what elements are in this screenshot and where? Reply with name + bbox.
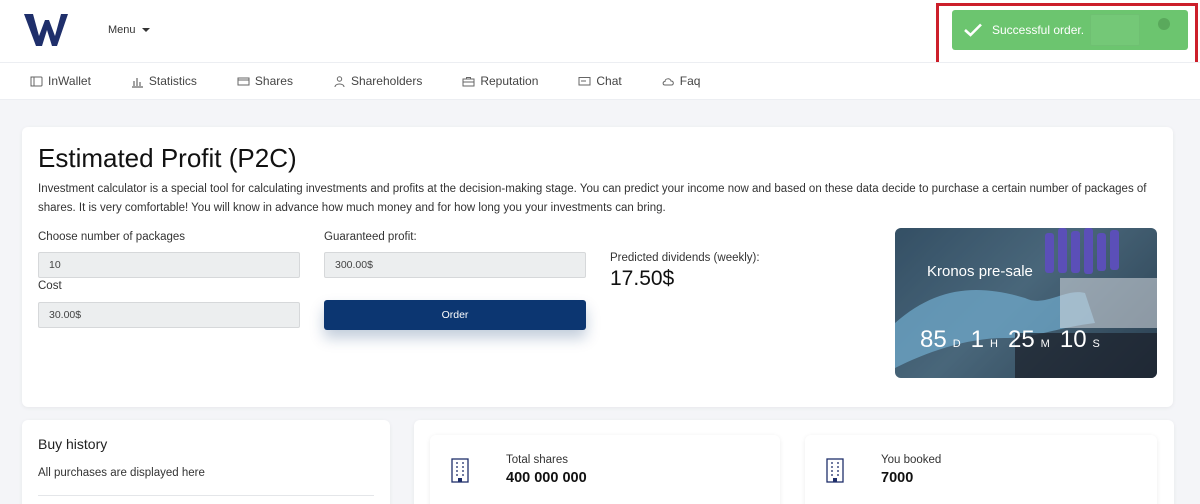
nav-label: Statistics (148, 74, 197, 88)
nav-label: Shareholders (350, 74, 423, 88)
profit-calculator-card: Estimated Profit (P2C) Investment calcul… (22, 127, 1173, 407)
countdown-days: 85 (920, 326, 947, 353)
packages-input[interactable]: 10 (38, 252, 300, 278)
calculator-description: Investment calculator is a special tool … (38, 183, 1147, 214)
countdown-hours-unit: H (990, 338, 998, 350)
presale-countdown: 85 D 1H 25 M 10 S (920, 326, 1104, 354)
chat-icon (578, 76, 591, 85)
nav-statistics[interactable]: Statistics (131, 74, 197, 88)
total-shares-value: 400 000 000 (506, 470, 587, 486)
briefcase-icon (462, 76, 475, 86)
nav-chat[interactable]: Chat (578, 74, 622, 88)
lab-photo (895, 228, 1157, 378)
cost-label: Cost (38, 280, 62, 292)
cloud-icon (662, 77, 674, 85)
checkmark-icon (964, 23, 982, 37)
guaranteed-profit-label: Guaranteed profit: (324, 231, 417, 243)
cost-field: 30.00$ (38, 302, 300, 328)
countdown-seconds: 10 (1059, 326, 1087, 353)
order-button[interactable]: Order (324, 300, 586, 330)
you-booked-value: 7000 (881, 470, 914, 486)
toast-close-icon[interactable] (1158, 18, 1170, 30)
dividends-value: 17.50$ (610, 267, 675, 290)
wallet-icon (30, 76, 43, 86)
countdown-hours: 1 (970, 326, 985, 353)
nav-label: Faq (679, 74, 701, 88)
logo[interactable] (24, 12, 68, 48)
stats-card: Total shares 400 000 000 You booked 7000 (414, 420, 1174, 504)
users-icon (334, 75, 345, 87)
toast-message: Successful order. (992, 23, 1085, 37)
nav-reputation[interactable]: Reputation (462, 74, 538, 88)
buy-history-title: Buy history (38, 436, 108, 452)
guaranteed-profit-field: 300.00$ (324, 252, 586, 278)
menu-dropdown[interactable]: Menu (108, 24, 150, 36)
nav-shares[interactable]: Shares (237, 74, 293, 88)
building-icon (826, 458, 844, 483)
packages-label: Choose number of packages (38, 231, 186, 243)
bar-chart-icon (131, 77, 143, 88)
buy-history-card: Buy history All purchases are displayed … (22, 420, 390, 504)
nav-label: Chat (596, 74, 622, 88)
nav-shareholders[interactable]: Shareholders (333, 74, 422, 88)
buy-history-subtitle: All purchases are displayed here (38, 467, 205, 479)
divider (38, 495, 374, 496)
toast-backdrop-shape (1090, 14, 1140, 46)
presale-title: Kronos pre-sale (927, 263, 1033, 280)
countdown-days-unit: D (952, 338, 961, 350)
countdown-minutes: 25 (1007, 326, 1035, 353)
total-shares-tile: Total shares 400 000 000 (430, 435, 780, 504)
countdown-seconds-unit: S (1092, 338, 1100, 350)
main-nav: InWallet Statistics Shares Shareholders … (0, 62, 1200, 100)
nav-label: Shares (254, 74, 293, 88)
card-icon (237, 77, 250, 85)
nav-inwallet[interactable]: InWallet (30, 74, 91, 88)
nav-faq[interactable]: Faq (662, 74, 701, 88)
page-title: Estimated Profit (P2C) (38, 143, 297, 173)
caret-down-icon (141, 28, 150, 32)
success-toast[interactable]: Successful order. (952, 10, 1188, 50)
nav-label: Reputation (480, 74, 539, 88)
countdown-minutes-unit: M (1040, 338, 1050, 350)
dividends-label: Predicted dividends (weekly): (610, 252, 760, 264)
total-shares-label: Total shares (506, 454, 569, 466)
you-booked-tile: You booked 7000 (805, 435, 1157, 504)
presale-banner[interactable]: Kronos pre-sale 85 D 1H 25 M 10 S (895, 228, 1157, 378)
building-icon (451, 458, 469, 483)
menu-label: Menu (108, 24, 136, 36)
nav-label: InWallet (48, 74, 91, 88)
you-booked-label: You booked (881, 454, 942, 466)
